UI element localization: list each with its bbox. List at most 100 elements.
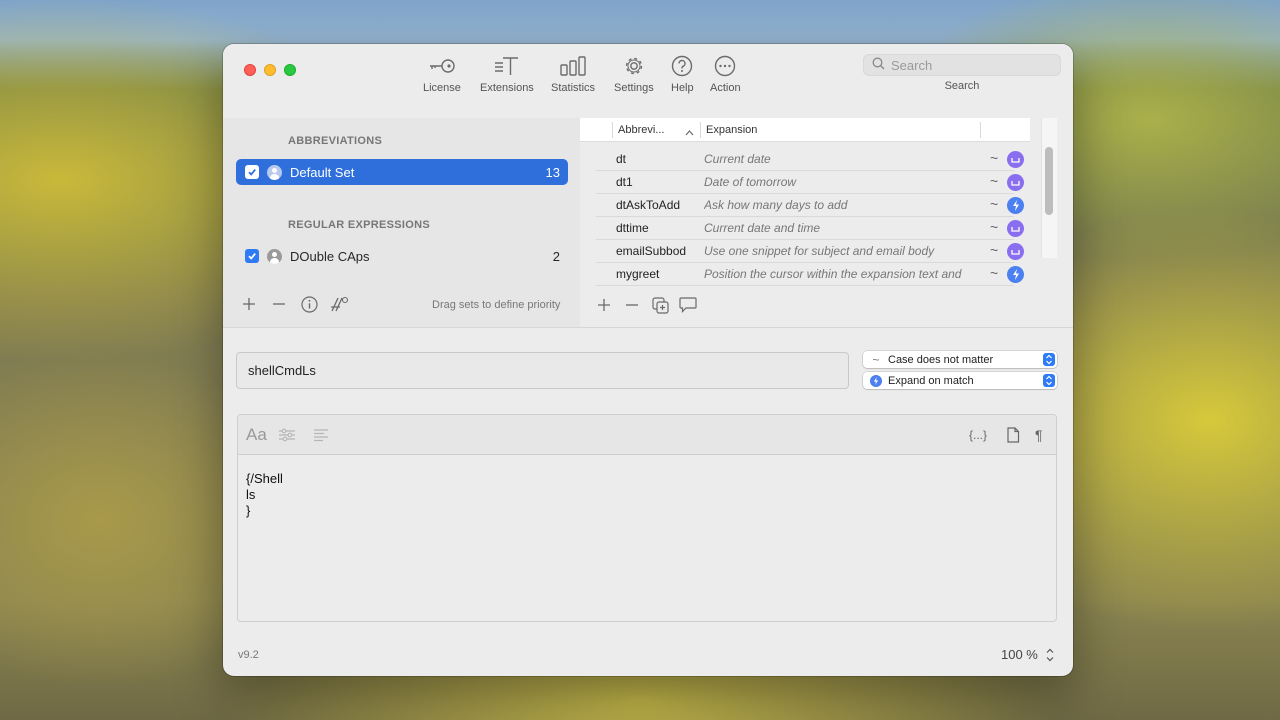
toolbar-license-button[interactable]: License [423, 53, 461, 97]
align-left-icon[interactable] [313, 425, 329, 445]
row-expansion: Current date and time [704, 221, 821, 235]
table-row[interactable]: dt1 Date of tomorrow ~ [596, 171, 1024, 194]
placeholder-button[interactable]: {...} [969, 425, 987, 445]
add-set-button[interactable] [237, 294, 261, 314]
row-case-mode: ~ [990, 173, 999, 189]
comment-icon[interactable] [677, 295, 699, 315]
zoom-stepper[interactable] [1043, 645, 1056, 665]
toolbar-action-button[interactable]: Action [710, 53, 741, 97]
tilde-icon: ~ [872, 352, 880, 367]
statistics-icon [560, 53, 586, 79]
format-button[interactable]: Aa [246, 425, 267, 445]
row-expansion: Use one snippet for subject and email bo… [704, 244, 935, 258]
row-case-mode: ~ [990, 265, 999, 281]
column-abbreviation-header[interactable]: Abbrevi... [618, 124, 664, 136]
expansion-text[interactable]: {/Shell ls } [246, 471, 283, 519]
ellipsis-icon [714, 53, 736, 79]
column-separator [612, 122, 613, 138]
space-trigger-icon [1007, 220, 1024, 237]
row-expansion: Date of tomorrow [704, 175, 797, 189]
bolt-trigger-icon [1007, 197, 1024, 214]
zoom-window-button[interactable] [284, 64, 296, 76]
chevron-updown-icon [1043, 374, 1055, 387]
toolbar-extensions-button[interactable]: Extensions [480, 53, 534, 97]
close-window-button[interactable] [244, 64, 256, 76]
info-button[interactable] [297, 294, 321, 314]
table-row[interactable]: dt Current date ~ [596, 148, 1024, 171]
table-scrollbar[interactable] [1045, 147, 1053, 215]
column-expansion-header[interactable]: Expansion [706, 124, 757, 136]
row-abbreviation: dt [616, 152, 627, 166]
editor-toolbar: Aa {...} ¶ [238, 415, 1056, 455]
extensions-icon [494, 53, 520, 79]
key-icon [428, 53, 456, 79]
set-row-default[interactable]: Default Set 13 [236, 159, 568, 185]
row-abbreviation: dttime [616, 221, 649, 235]
app-store-icon[interactable] [327, 294, 351, 314]
space-trigger-icon [1007, 151, 1024, 168]
sort-ascending-icon [685, 125, 694, 140]
document-icon[interactable] [1006, 425, 1020, 445]
toolbar-extensions-label: Extensions [480, 82, 534, 94]
table-row[interactable]: mygreet Position the cursor within the e… [596, 263, 1024, 286]
toolbar-settings-label: Settings [614, 82, 654, 94]
gear-icon [623, 53, 645, 79]
toolbar-statistics-label: Statistics [551, 82, 596, 94]
row-expansion: Ask how many days to add [704, 198, 848, 212]
column-separator [700, 122, 701, 138]
table-body: dt Current date ~ dt1 Date of tomorrow ~… [580, 148, 1030, 288]
remove-abbreviation-button[interactable] [621, 295, 643, 315]
search-input[interactable] [891, 57, 1051, 73]
avatar-icon [267, 164, 282, 180]
set-name: Default Set [290, 164, 355, 180]
table-row[interactable]: dttime Current date and time ~ [596, 217, 1024, 240]
expand-option-popup[interactable]: Expand on match [863, 372, 1057, 389]
table-header: Abbrevi... Expansion [580, 118, 1030, 142]
space-trigger-icon [1007, 174, 1024, 191]
add-abbreviation-button[interactable] [593, 295, 615, 315]
zoom-level: 100 % [1001, 647, 1038, 662]
table-row[interactable]: emailSubbod Use one snippet for subject … [596, 240, 1024, 263]
set-checkbox[interactable] [245, 165, 259, 179]
drag-hint: Drag sets to define priority [432, 299, 561, 311]
regex-header: REGULAR EXPRESSIONS [288, 219, 431, 231]
toolbar-settings-button[interactable]: Settings [614, 53, 654, 97]
sets-sidebar: ABBREVIATIONS Default Set 13 REGULAR EXP… [223, 118, 580, 328]
sliders-icon[interactable] [278, 425, 296, 445]
abbreviation-field[interactable] [236, 352, 849, 389]
row-abbreviation: mygreet [616, 267, 660, 281]
minimize-window-button[interactable] [264, 64, 276, 76]
expansion-editor: Aa {...} ¶ {/Shell ls } [237, 414, 1057, 622]
set-checkbox[interactable] [245, 249, 259, 263]
set-name: DOuble CAps [290, 248, 370, 264]
row-case-mode: ~ [990, 196, 999, 212]
set-row-double-caps[interactable]: DOuble CAps 2 [236, 243, 568, 269]
duplicate-icon[interactable] [649, 295, 671, 315]
help-icon [671, 53, 693, 79]
row-abbreviation: emailSubbod [616, 244, 687, 258]
set-count: 13 [545, 164, 560, 180]
table-row[interactable]: dtAskToAdd Ask how many days to add ~ [596, 194, 1024, 217]
toolbar-help-label: Help [671, 82, 694, 94]
remove-set-button[interactable] [267, 294, 291, 314]
search-field[interactable] [863, 54, 1061, 76]
column-separator [980, 122, 981, 138]
panel-divider [223, 327, 1073, 328]
row-case-mode: ~ [990, 219, 999, 235]
set-count: 2 [552, 248, 560, 264]
row-case-mode: ~ [990, 150, 999, 166]
table-toolbar [593, 295, 705, 315]
paragraph-icon[interactable]: ¶ [1035, 425, 1043, 445]
toolbar-help-button[interactable]: Help [671, 53, 694, 97]
app-window: License Extensions Statistics Settings H… [223, 44, 1073, 676]
search-icon [872, 57, 885, 73]
case-option-label: Case does not matter [888, 353, 994, 366]
toolbar-statistics-button[interactable]: Statistics [551, 53, 595, 97]
avatar-icon [267, 248, 282, 264]
case-option-popup[interactable]: ~ Case does not matter [863, 351, 1057, 368]
expand-option-label: Expand on match [888, 374, 974, 387]
space-trigger-icon [1007, 243, 1024, 260]
titlebar: License Extensions Statistics Settings H… [223, 44, 1073, 118]
search-label: Search [944, 80, 980, 92]
toolbar-action-label: Action [710, 82, 741, 94]
